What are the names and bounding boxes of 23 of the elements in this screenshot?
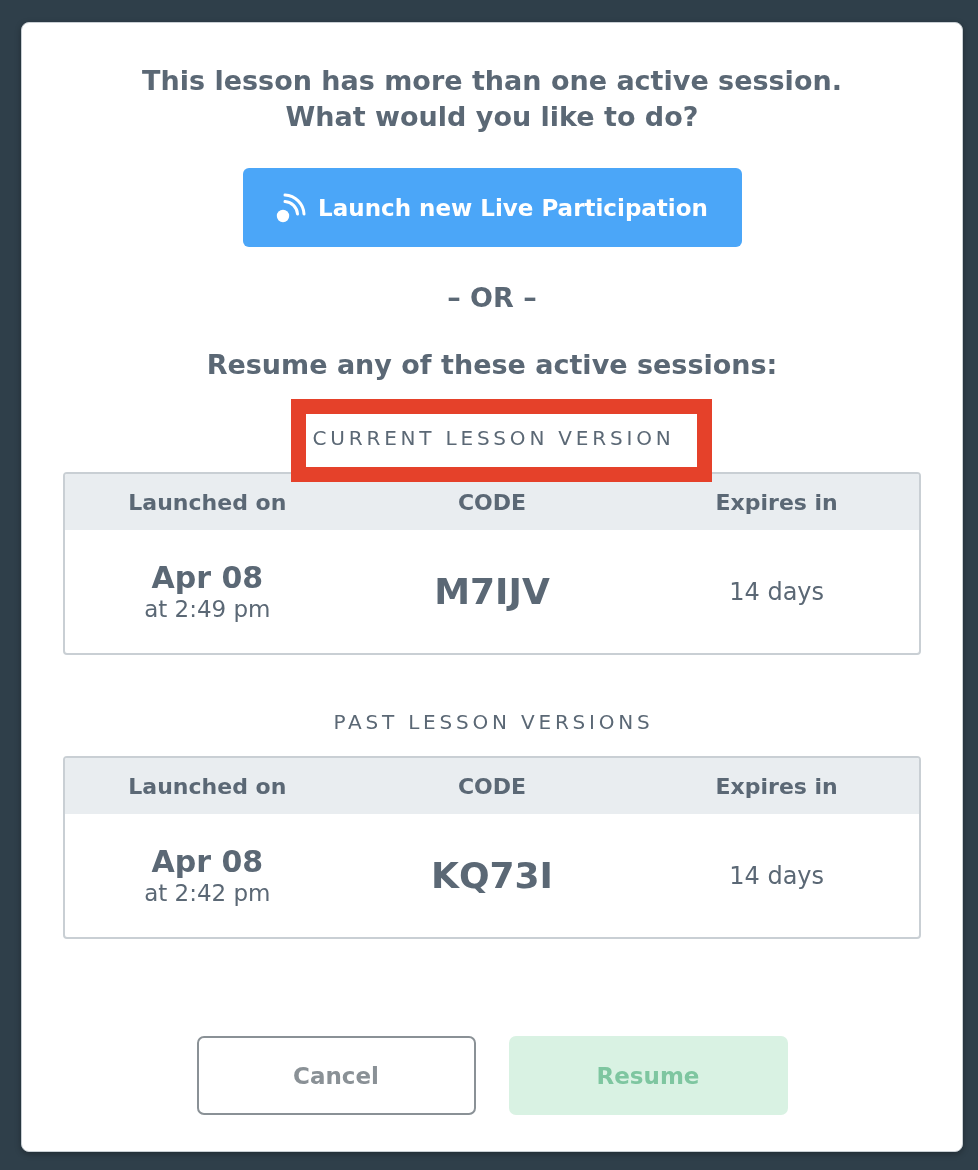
section-heading: CURRENT LESSON VERSION bbox=[312, 425, 675, 451]
resume-prompt: Resume any of these active sessions: bbox=[206, 348, 778, 382]
launch-date: Apr 08 bbox=[151, 560, 264, 595]
dialog-question: What would you like to do? bbox=[285, 100, 699, 134]
launch-button[interactable]: Launch new Live Participation bbox=[242, 168, 742, 247]
launch-time: at 2:49 pm bbox=[144, 594, 271, 623]
launch-time: at 2:42 pm bbox=[144, 878, 271, 907]
column-header: Expires in bbox=[715, 489, 838, 515]
dialog-title: This lesson has more than one active session. bbox=[142, 64, 842, 98]
expiry-text: 14 days bbox=[729, 861, 825, 890]
broadcast-icon bbox=[276, 192, 307, 223]
or-separator: – OR – bbox=[447, 281, 537, 315]
section-heading: PAST LESSON VERSIONS bbox=[333, 709, 654, 735]
launch-date: Apr 08 bbox=[151, 844, 264, 879]
session-code: M7IJV bbox=[434, 571, 550, 612]
session-code: KQ73I bbox=[431, 855, 553, 896]
column-header: Launched on bbox=[128, 489, 287, 515]
column-header: Launched on bbox=[128, 773, 287, 799]
expiry-text: 14 days bbox=[729, 577, 825, 606]
column-header: Expires in bbox=[715, 773, 838, 799]
cancel-button[interactable]: Cancel bbox=[196, 1036, 476, 1115]
column-header: CODE bbox=[457, 489, 527, 515]
column-header: CODE bbox=[457, 773, 527, 799]
